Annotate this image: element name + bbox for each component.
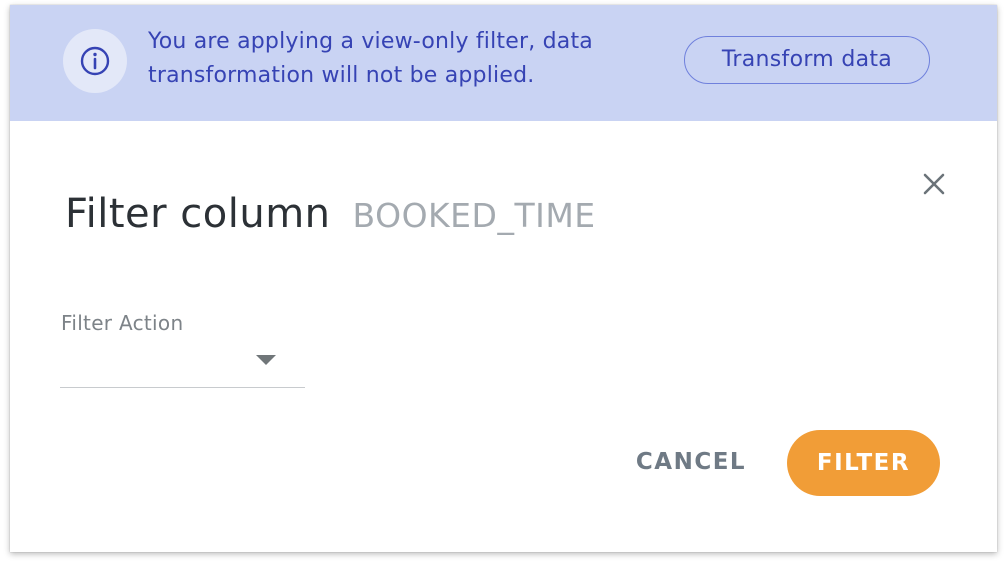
- dropdown-arrow-icon: [256, 355, 276, 365]
- info-badge: [63, 29, 127, 93]
- column-name: BOOKED_TIME: [352, 196, 596, 235]
- cancel-button[interactable]: CANCEL: [628, 437, 754, 487]
- view-only-filter-banner: You are applying a view-only filter, dat…: [10, 5, 997, 121]
- dialog-title: Filter column: [65, 191, 331, 237]
- close-icon: [923, 173, 945, 195]
- dialog-header: Filter column BOOKED_TIME: [65, 191, 596, 237]
- filter-dialog: You are applying a view-only filter, dat…: [10, 5, 997, 552]
- filter-action-label: Filter Action: [61, 311, 184, 335]
- info-icon: [80, 46, 110, 76]
- banner-message: You are applying a view-only filter, dat…: [148, 29, 593, 88]
- filter-action-select[interactable]: [60, 340, 305, 388]
- transform-data-button[interactable]: Transform data: [684, 36, 930, 84]
- filter-button[interactable]: FILTER: [787, 430, 940, 496]
- close-button[interactable]: [922, 172, 946, 196]
